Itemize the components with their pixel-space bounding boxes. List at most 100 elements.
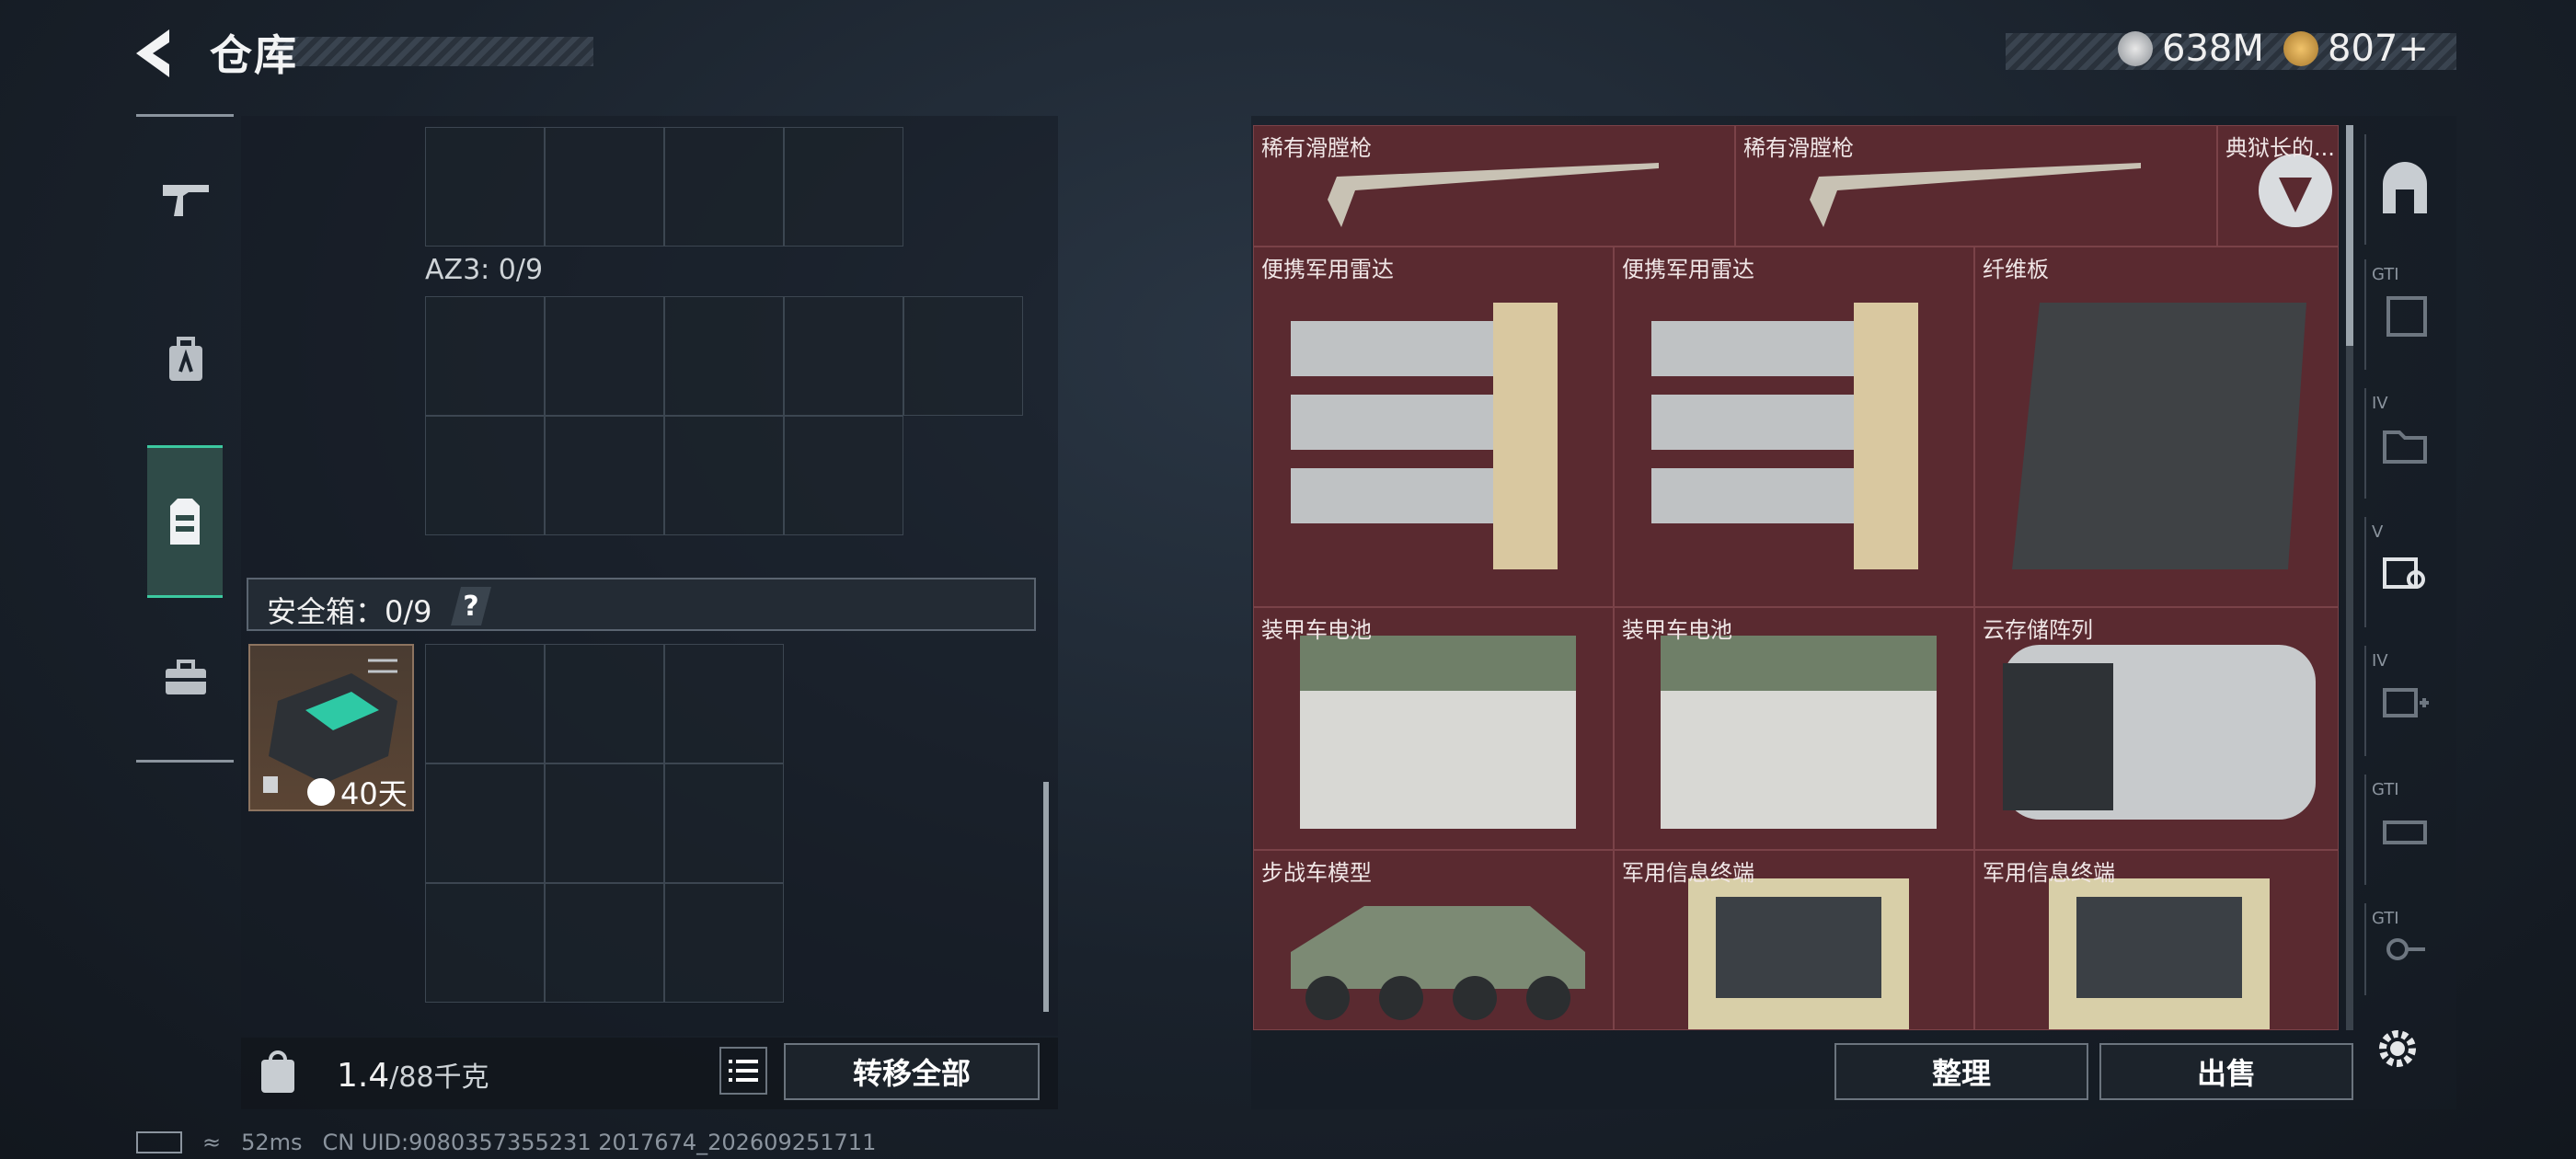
battery-item-icon [1300, 636, 1576, 829]
silver-currency: 638M [2118, 28, 2264, 70]
fiberboard-icon [2012, 303, 2306, 569]
grid-slot[interactable] [784, 127, 903, 247]
item-label: 装甲车电池 [1261, 617, 1372, 643]
status-bar: ≈ 52ms CN UID:9080357355231 2017674_2026… [136, 1130, 876, 1155]
safe-slot[interactable] [545, 644, 664, 763]
stash-tab-2[interactable]: IV [2364, 388, 2444, 499]
page-title: 仓库 [210, 30, 298, 80]
safe-slot[interactable] [545, 763, 664, 883]
grid-slot[interactable] [664, 296, 784, 416]
case-duration: 40天 [340, 776, 408, 811]
stash-tab-1[interactable]: GTI [2364, 259, 2444, 370]
back-arrow-icon [136, 29, 169, 77]
grid-slot[interactable] [664, 416, 784, 535]
uid-readout: CN UID:9080357355231 2017674_20260925171… [322, 1130, 877, 1155]
collection-icon [2386, 296, 2427, 337]
grid-slot[interactable] [664, 127, 784, 247]
grid-slot[interactable] [545, 416, 664, 535]
item-label: 稀有滑膛枪 [1743, 135, 1854, 161]
equipment-scrollbar[interactable] [1043, 782, 1049, 1012]
equipment-panel [241, 116, 1058, 1036]
item-label: 军用信息终端 [1622, 860, 1754, 886]
radar-icon [1651, 303, 1918, 569]
storage-array-icon [2003, 645, 2316, 820]
clock-icon [307, 778, 335, 806]
medical-icon [2383, 688, 2429, 717]
radar-icon [1291, 303, 1558, 569]
stash-item[interactable]: 装甲车电池 [1614, 607, 1974, 850]
stash-tab-4[interactable]: IV [2364, 646, 2444, 756]
safe-slot[interactable] [425, 763, 545, 883]
stash-item[interactable]: 纤维板 [1974, 247, 2339, 607]
tab-tag: IV [2372, 651, 2388, 671]
stash-item[interactable]: 军用信息终端 [1974, 850, 2339, 1030]
grid-slot[interactable] [903, 296, 1023, 416]
grid-slot[interactable] [425, 416, 545, 535]
nav-vest[interactable] [147, 445, 223, 598]
nav-toolbox[interactable] [147, 637, 224, 719]
list-icon [729, 1060, 758, 1082]
safe-slot[interactable] [664, 763, 784, 883]
stash-tab-3[interactable]: V [2364, 517, 2444, 627]
transfer-all-button[interactable]: 转移全部 [784, 1043, 1040, 1100]
stash-grid: 稀有滑膛枪 稀有滑膛枪 典狱长的... 便携军用雷达 便携军用雷达 纤维板 装甲… [1253, 125, 2339, 1030]
sell-button[interactable]: 出售 [2099, 1043, 2353, 1100]
tab-tag: GTI [2372, 909, 2399, 928]
silver-amount: 638M [2162, 28, 2264, 70]
gun-icon [163, 185, 209, 216]
stash-scrollbar[interactable] [2346, 125, 2353, 346]
tab-tag: V [2372, 522, 2384, 542]
stash-item[interactable]: 便携军用雷达 [1614, 247, 1974, 607]
nav-divider-bottom [136, 760, 234, 763]
stash-item[interactable]: 装甲车电池 [1253, 607, 1614, 850]
folder-icon [2383, 430, 2427, 464]
grid-slot[interactable] [784, 416, 903, 535]
stash-item[interactable]: 云存储阵列 [1974, 607, 2339, 850]
silver-coin-icon [2118, 31, 2153, 66]
tab-tag: GTI [2372, 780, 2399, 799]
vest-icon [170, 499, 200, 545]
stash-item[interactable]: 稀有滑膛枪 [1253, 125, 1735, 247]
safe-slot[interactable] [664, 883, 784, 1003]
weight-current: 1.4 [337, 1057, 390, 1095]
stash-tab-6[interactable]: GTI [2364, 903, 2444, 995]
ping-readout: 52ms [241, 1130, 303, 1155]
safe-box-label: 安全箱：0/9 [267, 594, 432, 629]
safe-slot[interactable] [425, 883, 545, 1003]
stash-tab-all[interactable] [2364, 134, 2444, 245]
safe-slot[interactable] [425, 644, 545, 763]
gold-coin-icon [2283, 31, 2318, 66]
item-label: 云存储阵列 [1983, 617, 2093, 643]
back-button[interactable] [129, 26, 184, 81]
safe-slot[interactable] [664, 644, 784, 763]
item-label: 稀有滑膛枪 [1261, 135, 1372, 161]
gold-currency[interactable]: 807+ [2283, 28, 2429, 70]
item-label: 便携军用雷达 [1622, 257, 1754, 282]
weight-readout: 1.4/88千克 [337, 1054, 489, 1095]
list-view-button[interactable] [719, 1047, 767, 1095]
sort-button[interactable]: 整理 [1834, 1043, 2088, 1100]
grid-slot[interactable] [425, 127, 545, 247]
vault-icon [2383, 162, 2427, 213]
settings-button[interactable] [2372, 1023, 2423, 1074]
nav-backpack[interactable] [147, 318, 224, 401]
battery-item-icon [1661, 636, 1937, 829]
tab-tag: GTI [2372, 265, 2399, 284]
grid-slot[interactable] [545, 127, 664, 247]
backpack-icon [169, 337, 202, 381]
gold-amount: 807+ [2328, 28, 2429, 70]
stash-item[interactable]: 步战车模型 [1253, 850, 1614, 1030]
stash-item[interactable]: 稀有滑膛枪 [1735, 125, 2217, 247]
weight-icon [258, 1047, 298, 1095]
stash-item[interactable]: 军用信息终端 [1614, 850, 1974, 1030]
stash-item[interactable]: 典狱长的... [2217, 125, 2339, 247]
safe-slot[interactable] [545, 883, 664, 1003]
item-label: 装甲车电池 [1622, 617, 1732, 643]
nav-weapons[interactable] [147, 158, 224, 241]
stash-tab-5[interactable]: GTI [2364, 775, 2444, 885]
grid-slot[interactable] [425, 296, 545, 416]
stash-item[interactable]: 便携军用雷达 [1253, 247, 1614, 607]
grid-slot[interactable] [545, 296, 664, 416]
grid-slot[interactable] [784, 296, 903, 416]
nav-divider-top [136, 114, 234, 117]
